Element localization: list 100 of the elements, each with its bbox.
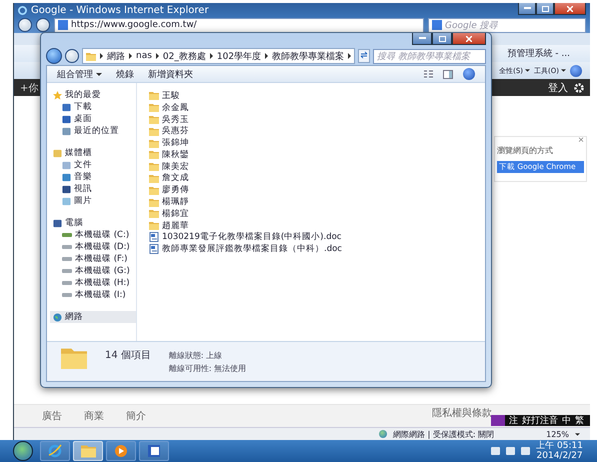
forward-button[interactable] <box>36 18 50 32</box>
folder-icon <box>149 186 159 195</box>
file-name[interactable]: 余金鳳 <box>162 102 189 114</box>
file-name[interactable]: 楊錦宜 <box>162 208 189 220</box>
sign-in-link[interactable]: 登入 <box>548 80 568 94</box>
nav-item[interactable]: 媒體櫃 <box>50 147 136 159</box>
file-name[interactable]: 楊珮靜 <box>162 196 189 208</box>
ime-item[interactable]: 繁 <box>575 414 584 427</box>
footer-link[interactable]: 商業 <box>84 409 104 423</box>
close-icon <box>466 36 472 42</box>
footer-link[interactable]: 簡介 <box>126 409 146 423</box>
nav-item[interactable]: 電腦 <box>50 217 136 229</box>
file-name[interactable]: 1030219電子化教學檔案目錄(中科國小).doc <box>162 231 342 244</box>
toolbar-button[interactable]: 組合管理 <box>57 68 102 80</box>
breadcrumb-item[interactable]: 教師教學專業檔案 <box>272 50 344 62</box>
folder-icon <box>149 221 159 230</box>
close-button[interactable] <box>554 3 586 15</box>
start-button[interactable] <box>13 441 33 461</box>
file-name[interactable]: 吳秀玉 <box>162 114 189 126</box>
toolbar-button[interactable]: 新增資料夾 <box>148 68 193 80</box>
file-name[interactable]: 王駿 <box>162 90 180 102</box>
footer-link[interactable]: 廣告 <box>42 409 62 423</box>
nav-item[interactable]: 本機磁碟 (G:) <box>50 265 136 277</box>
address-field[interactable]: https://www.google.com.tw/ <box>54 18 424 32</box>
forward-button[interactable] <box>65 49 79 63</box>
nav-item[interactable]: 視訊 <box>50 183 136 195</box>
caret-icon <box>561 69 566 72</box>
nav-item[interactable]: 本機磁碟 (C:) <box>50 229 136 241</box>
ime-item[interactable]: 中 <box>562 414 571 427</box>
minimize-button[interactable] <box>518 3 536 15</box>
close-button[interactable] <box>452 33 486 45</box>
clock[interactable]: 上午 05:11 2014/2/27 <box>536 441 583 461</box>
refresh-icon <box>360 51 368 59</box>
globe-icon <box>53 312 62 322</box>
breadcrumb-item[interactable]: 02_教務處 <box>162 50 206 62</box>
promo-text: 瀏覽網頁的方式 <box>497 145 554 156</box>
ime-item[interactable]: 好打注音 <box>522 414 558 427</box>
folder-icon <box>149 174 159 183</box>
close-button[interactable]: × <box>578 135 584 146</box>
nav-item[interactable]: 下載 <box>50 101 136 113</box>
back-button[interactable] <box>46 48 62 64</box>
breadcrumb-item[interactable]: 網路 <box>107 50 125 62</box>
breadcrumb-item[interactable]: 102學年度 <box>216 50 262 62</box>
file-name[interactable]: 陳秋鑾 <box>162 148 189 161</box>
breadcrumb-item[interactable]: nas <box>136 51 152 61</box>
folder-icon <box>86 52 96 60</box>
maximize-icon <box>542 6 548 12</box>
file-name[interactable]: 陳美宏 <box>162 160 189 173</box>
zone-status: 網際網路 | 受保護模式: 關閉 <box>393 428 494 440</box>
plus-link[interactable]: +你 <box>20 80 38 94</box>
zoom-level[interactable]: 125% <box>546 430 569 438</box>
file-name[interactable]: 張錦坤 <box>162 137 189 150</box>
toolbar-button[interactable]: 燒錄 <box>116 68 134 80</box>
nav-item[interactable]: 本機磁碟 (F:) <box>50 253 136 265</box>
taskbar-app[interactable] <box>139 441 169 461</box>
window-title: Google - Windows Internet Explorer <box>31 4 210 16</box>
maximize-button[interactable] <box>536 3 554 15</box>
offline-availability: 離線可用性: 無法使用 <box>168 363 246 374</box>
preview-pane-icon[interactable] <box>443 70 453 78</box>
minimize-icon <box>418 37 426 40</box>
folder-icon <box>149 91 159 100</box>
nav-item[interactable]: 我的最愛 <box>50 89 136 101</box>
file-name[interactable]: 廖勇傳 <box>162 184 189 196</box>
favorite-link[interactable]: 預管理系統 - ... <box>507 47 570 60</box>
ime-logo-icon <box>491 415 505 426</box>
address-field[interactable]: 網路 nas 02_教務處 102學年度 教師教學專業檔案 <box>82 48 356 64</box>
nav-item[interactable]: 文件 <box>50 159 136 171</box>
minimize-button[interactable] <box>412 33 432 45</box>
nav-item[interactable]: 本機磁碟 (I:) <box>50 289 136 301</box>
folder-icon <box>149 162 159 172</box>
refresh-button[interactable] <box>358 49 370 63</box>
close-icon <box>567 6 573 12</box>
globe-icon <box>379 430 388 438</box>
nav-item[interactable]: 最近的位置 <box>50 125 136 137</box>
tray-icon[interactable] <box>491 447 500 455</box>
folder-icon <box>149 114 159 124</box>
play-icon <box>114 444 128 458</box>
folder-icon <box>149 126 159 136</box>
file-name[interactable]: 詹文成 <box>162 172 189 184</box>
file-name[interactable]: 教師專業發展評鑑教學檔案目錄（中科）.doc <box>162 243 342 256</box>
nav-item[interactable]: 音樂 <box>50 171 136 183</box>
nav-item[interactable]: 圖片 <box>50 195 136 207</box>
maximize-button[interactable] <box>432 33 452 45</box>
taskbar-app[interactable] <box>40 441 70 461</box>
nav-item[interactable]: 桌面 <box>50 113 136 125</box>
file-name[interactable]: 趙麗華 <box>162 220 189 232</box>
footer-link[interactable]: 隱私權與條款 <box>432 406 492 420</box>
nav-item[interactable]: 本機磁碟 (D:) <box>50 241 136 253</box>
back-button[interactable] <box>18 18 32 32</box>
settings-icon[interactable] <box>574 82 584 92</box>
caret-icon <box>525 69 530 72</box>
browser-icon <box>48 444 62 458</box>
file-name[interactable]: 吳惠芬 <box>162 125 189 138</box>
nav-item[interactable]: 網路 <box>50 311 136 323</box>
ime-item[interactable]: 注 <box>509 414 518 427</box>
item-count: 14 個項目 <box>105 349 151 363</box>
folder-icon <box>149 150 159 160</box>
taskbar-app[interactable] <box>106 441 136 461</box>
view-icon[interactable] <box>424 70 433 78</box>
nav-item[interactable]: 本機磁碟 (H:) <box>50 277 136 289</box>
